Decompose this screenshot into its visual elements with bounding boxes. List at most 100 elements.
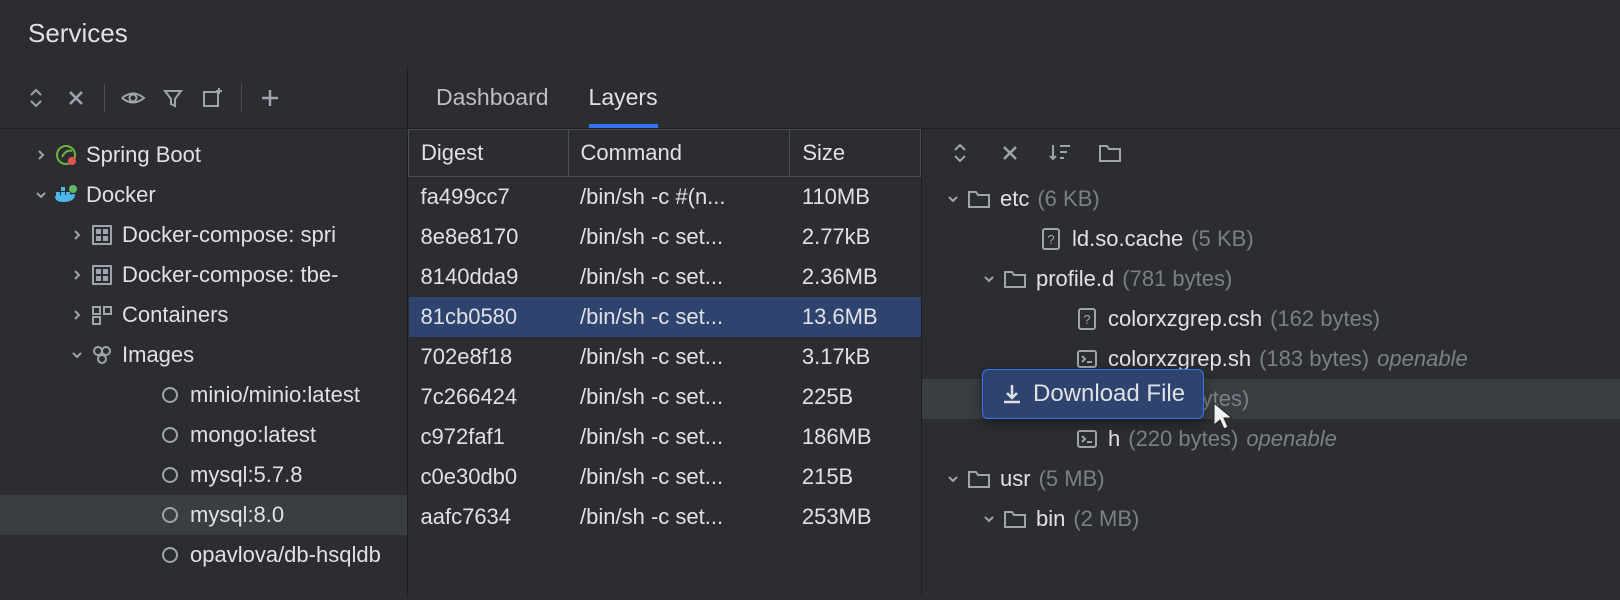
chevron-icon[interactable] xyxy=(942,193,964,205)
file-item[interactable]: ?ld.so.cache (5 KB) xyxy=(922,219,1620,259)
file-tree: etc(6 KB)?ld.so.cache(5 KB)profile.d(781… xyxy=(922,177,1620,541)
svg-text:?: ? xyxy=(1083,312,1090,327)
cell-command: /bin/sh -c set... xyxy=(568,297,790,337)
table-row[interactable]: 7c266424/bin/sh -c set...225B xyxy=(409,377,921,417)
file-name: bin xyxy=(1036,506,1065,532)
images-icon xyxy=(88,344,116,366)
tree-item-label: Docker-compose: spri xyxy=(122,222,336,248)
table-row[interactable]: 81cb0580/bin/sh -c set...13.6MB xyxy=(409,297,921,337)
tree-item[interactable]: Docker-compose: tbe- xyxy=(0,255,407,295)
cell-size: 186MB xyxy=(790,417,921,457)
cell-size: 215B xyxy=(790,457,921,497)
cell-size: 2.77kB xyxy=(790,217,921,257)
table-row[interactable]: aafc7634/bin/sh -c set...253MB xyxy=(409,497,921,537)
file-item[interactable]: h(220 bytes)openable xyxy=(922,419,1620,459)
chevron-icon[interactable] xyxy=(942,473,964,485)
folder-icon[interactable] xyxy=(1092,135,1128,171)
cell-size: 2.36MB xyxy=(790,257,921,297)
chevron-icon[interactable] xyxy=(66,229,88,241)
tree-item[interactable]: mysql:8.0 xyxy=(0,495,407,535)
column-header[interactable]: Digest xyxy=(409,130,569,177)
close-icon[interactable] xyxy=(58,80,94,116)
tree-item[interactable]: opavlova/db-hsqldb xyxy=(0,535,407,575)
tree-item-label: mongo:latest xyxy=(190,422,316,448)
separator xyxy=(241,84,242,112)
file-name: etc xyxy=(1000,186,1029,212)
file-name: h xyxy=(1108,426,1120,452)
column-header[interactable]: Size xyxy=(790,130,921,177)
sort-icon[interactable] xyxy=(1042,135,1078,171)
table-row[interactable]: c0e30db0/bin/sh -c set...215B xyxy=(409,457,921,497)
table-row[interactable]: 702e8f18/bin/sh -c set...3.17kB xyxy=(409,337,921,377)
doc-q-icon: ? xyxy=(1036,227,1066,251)
cell-digest: c972faf1 xyxy=(409,417,569,457)
file-item[interactable]: usr(5 MB) xyxy=(922,459,1620,499)
tree-item[interactable]: mongo:latest xyxy=(0,415,407,455)
tree-item[interactable]: Docker-compose: spri xyxy=(0,215,407,255)
expand-collapse-icon[interactable] xyxy=(942,135,978,171)
download-icon xyxy=(1001,383,1023,405)
cell-size: 13.6MB xyxy=(790,297,921,337)
tree-item-label: Images xyxy=(122,342,194,368)
expand-collapse-icon[interactable] xyxy=(18,80,54,116)
filter-icon[interactable] xyxy=(155,80,191,116)
file-item[interactable]: profile.d(781 bytes) xyxy=(922,259,1620,299)
circle-icon xyxy=(156,425,184,445)
cell-command: /bin/sh -c set... xyxy=(568,497,790,537)
tree-item[interactable]: minio/minio:latest xyxy=(0,375,407,415)
tree-item-label: Containers xyxy=(122,302,228,328)
file-size: (5 MB) xyxy=(1039,466,1105,492)
table-row[interactable]: c972faf1/bin/sh -c set...186MB xyxy=(409,417,921,457)
openable-badge: openable xyxy=(1377,346,1468,372)
table-row[interactable]: 8140dda9/bin/sh -c set...2.36MB xyxy=(409,257,921,297)
file-item[interactable]: bin(2 MB) xyxy=(922,499,1620,539)
grid-icon xyxy=(88,264,116,286)
table-row[interactable]: 8e8e8170/bin/sh -c set...2.77kB xyxy=(409,217,921,257)
tab-layers[interactable]: Layers xyxy=(589,67,658,128)
tree-item-label: Spring Boot xyxy=(86,142,201,168)
file-size: (5 KB) xyxy=(1191,226,1253,252)
file-name: ld.so.cache xyxy=(1072,226,1183,252)
tree-item-label: Docker xyxy=(86,182,156,208)
tree-item[interactable]: Docker xyxy=(0,175,407,215)
tree-item-label: mysql:5.7.8 xyxy=(190,462,303,488)
tree-item[interactable]: mysql:5.7.8 xyxy=(0,455,407,495)
tree-item[interactable]: Images xyxy=(0,335,407,375)
chevron-icon[interactable] xyxy=(66,269,88,281)
new-window-icon[interactable] xyxy=(195,80,231,116)
tree-item[interactable]: Spring Boot xyxy=(0,135,407,175)
containers-icon xyxy=(88,304,116,326)
cell-digest: 7c266424 xyxy=(409,377,569,417)
cell-size: 110MB xyxy=(790,177,921,217)
folder-icon xyxy=(964,469,994,489)
chevron-icon[interactable] xyxy=(30,189,52,201)
chevron-icon[interactable] xyxy=(978,513,1000,525)
tree-item[interactable]: Containers xyxy=(0,295,407,335)
cell-command: /bin/sh -c set... xyxy=(568,257,790,297)
content: Dashboard Layers DigestCommandSize fa499c… xyxy=(408,67,1620,597)
cell-digest: 81cb0580 xyxy=(409,297,569,337)
tab-bar: Dashboard Layers xyxy=(408,67,1620,129)
close-icon[interactable] xyxy=(992,135,1028,171)
sidebar: Spring Boot Docker Docker-compose: spri Doc… xyxy=(0,67,408,597)
tree-item-label: Docker-compose: tbe- xyxy=(122,262,338,288)
add-icon[interactable] xyxy=(252,80,288,116)
cell-size: 253MB xyxy=(790,497,921,537)
panel-title: Services xyxy=(0,0,1620,67)
file-item[interactable]: etc(6 KB) xyxy=(922,179,1620,219)
circle-icon xyxy=(156,465,184,485)
file-item[interactable]: ?colorxzgrep.csh(162 bytes) xyxy=(922,299,1620,339)
chevron-icon[interactable] xyxy=(30,149,52,161)
column-header[interactable]: Command xyxy=(568,130,790,177)
download-file-tooltip[interactable]: Download File xyxy=(982,369,1204,419)
table-row[interactable]: fa499cc7/bin/sh -c #(n...110MB xyxy=(409,177,921,217)
chevron-icon[interactable] xyxy=(66,349,88,361)
cell-command: /bin/sh -c set... xyxy=(568,377,790,417)
cell-digest: 702e8f18 xyxy=(409,337,569,377)
tab-dashboard[interactable]: Dashboard xyxy=(436,67,549,128)
chevron-icon[interactable] xyxy=(978,273,1000,285)
chevron-icon[interactable] xyxy=(66,309,88,321)
eye-icon[interactable] xyxy=(115,80,151,116)
file-size: (162 bytes) xyxy=(1270,306,1380,332)
doc-q-icon: ? xyxy=(1072,307,1102,331)
